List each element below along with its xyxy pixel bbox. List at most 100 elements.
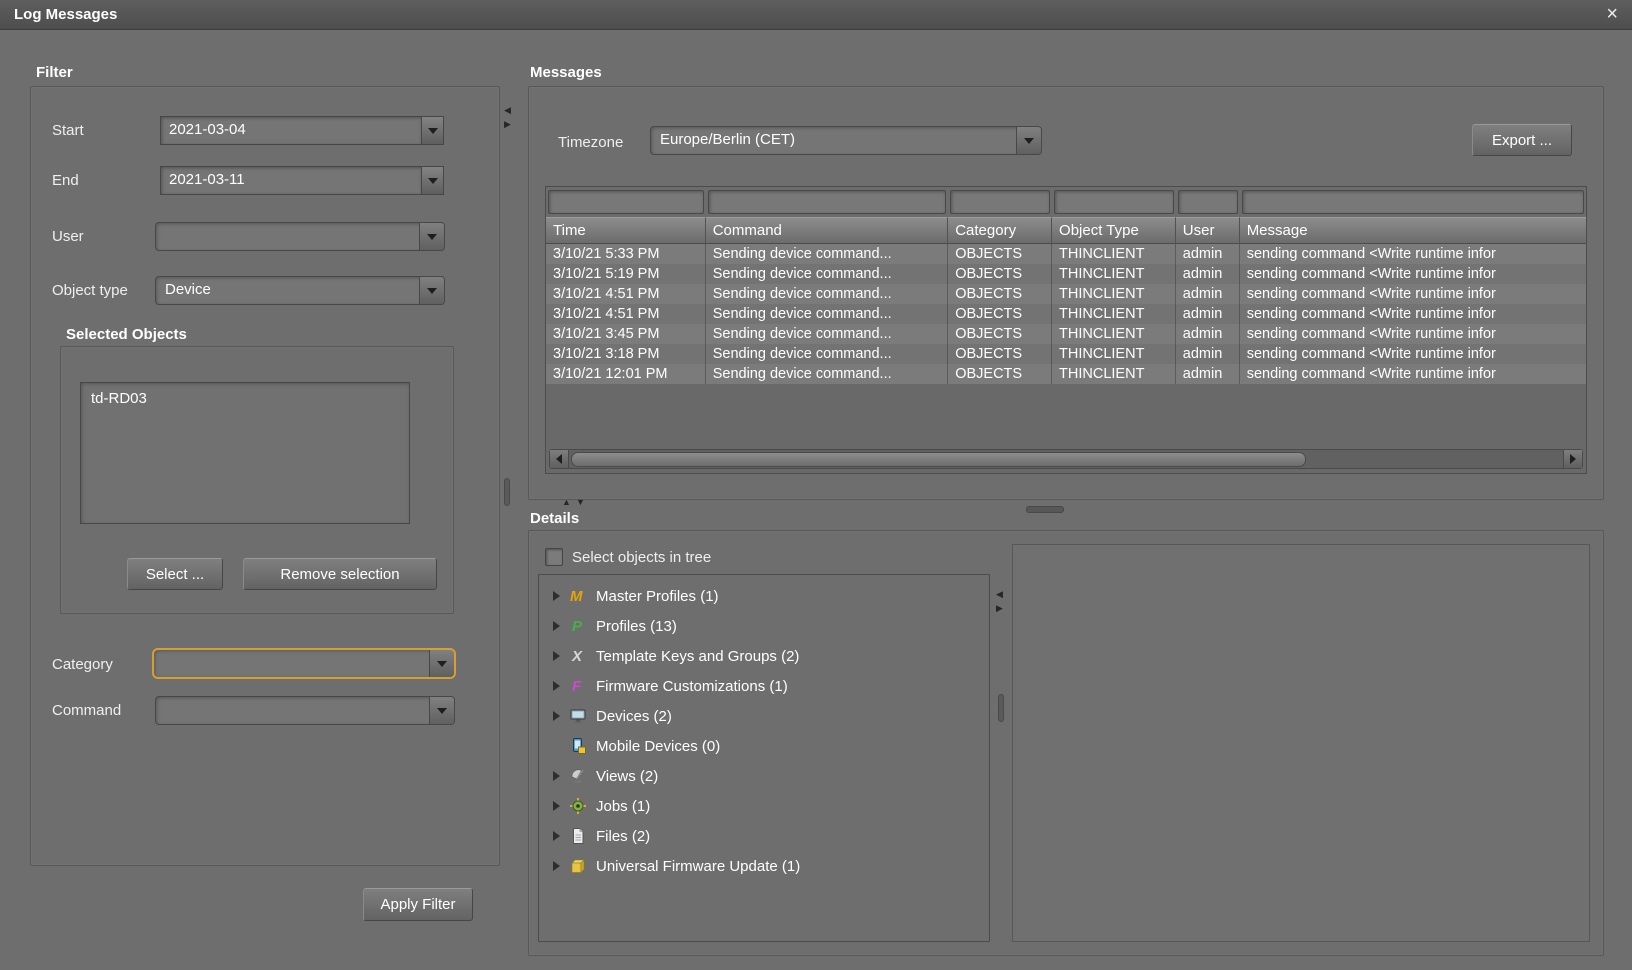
command-combo[interactable] [155, 696, 455, 725]
message-filter-input[interactable] [1242, 190, 1584, 214]
tree-item-files[interactable]: Files (2) [539, 821, 989, 851]
cell-command: Sending device command... [706, 244, 949, 264]
timezone-combo[interactable]: Europe/Berlin (CET) [650, 126, 1042, 155]
cell-category: OBJECTS [948, 304, 1052, 324]
column-header-category[interactable]: Category [948, 217, 1052, 244]
tree-item-firmware-customizations[interactable]: F Firmware Customizations (1) [539, 671, 989, 701]
timezone-combo-dropdown-icon[interactable] [1016, 127, 1041, 154]
window-title: Log Messages [14, 6, 117, 23]
horizontal-scrollbar[interactable] [549, 449, 1583, 469]
object-type-filter-input[interactable] [1054, 190, 1174, 214]
column-header-command[interactable]: Command [706, 217, 949, 244]
select-objects-button[interactable]: Select ... [127, 558, 223, 590]
end-date-dropdown-icon[interactable] [422, 166, 444, 195]
expand-arrow-icon[interactable] [553, 711, 560, 721]
expand-arrow-icon[interactable] [553, 651, 560, 661]
splitter-collapse-up-icon[interactable]: ▲ [562, 498, 571, 507]
table-row[interactable]: 3/10/21 5:19 PM Sending device command..… [546, 264, 1586, 284]
timezone-combo-value[interactable]: Europe/Berlin (CET) [651, 127, 1016, 154]
apply-filter-button[interactable]: Apply Filter [363, 888, 473, 921]
splitter-expand-right-icon[interactable]: ▶ [996, 604, 1003, 613]
object-type-combo[interactable]: Device [155, 276, 445, 305]
expand-arrow-icon[interactable] [553, 621, 560, 631]
tree-item-universal-firmware-update[interactable]: Universal Firmware Update (1) [539, 851, 989, 881]
list-item[interactable]: td-RD03 [81, 383, 409, 414]
end-date-value[interactable]: 2021-03-11 [160, 166, 422, 195]
cell-message: sending command <Write runtime infor [1240, 244, 1586, 264]
tree-item-master-profiles[interactable]: M Master Profiles (1) [539, 581, 989, 611]
splitter-expand-down-icon[interactable]: ▼ [576, 498, 585, 507]
scrollbar-thumb[interactable] [571, 452, 1306, 467]
vertical-splitter-grip[interactable] [504, 478, 510, 506]
tree-item-jobs[interactable]: Jobs (1) [539, 791, 989, 821]
column-header-time[interactable]: Time [546, 217, 706, 244]
cell-object-type: THINCLIENT [1052, 364, 1176, 384]
message-detail-textarea[interactable] [1012, 544, 1590, 942]
export-button[interactable]: Export ... [1472, 124, 1572, 156]
command-combo-value[interactable] [156, 697, 429, 724]
category-filter-input[interactable] [950, 190, 1050, 214]
cell-user: admin [1176, 344, 1240, 364]
tree-item-label: Master Profiles (1) [596, 588, 719, 605]
cell-time: 3/10/21 3:45 PM [546, 324, 706, 344]
expand-arrow-icon[interactable] [553, 681, 560, 691]
category-combo-value[interactable] [154, 650, 429, 677]
table-filter-row [546, 187, 1586, 217]
user-combo[interactable] [155, 222, 445, 251]
close-icon[interactable]: × [1606, 3, 1618, 26]
expand-arrow-icon[interactable] [553, 591, 560, 601]
tree-item-profiles[interactable]: P Profiles (13) [539, 611, 989, 641]
svg-text:M: M [570, 588, 583, 605]
cell-object-type: THINCLIENT [1052, 344, 1176, 364]
scrollbar-track[interactable] [569, 452, 1563, 467]
user-filter-input[interactable] [1178, 190, 1238, 214]
column-header-user[interactable]: User [1176, 217, 1240, 244]
end-date-field[interactable]: 2021-03-11 [160, 166, 444, 195]
user-label: User [52, 228, 84, 245]
scroll-left-icon[interactable] [550, 450, 569, 468]
expand-arrow-icon[interactable] [553, 771, 560, 781]
start-date-field[interactable]: 2021-03-04 [160, 116, 444, 145]
table-row[interactable]: 3/10/21 4:51 PM Sending device command..… [546, 284, 1586, 304]
scroll-right-icon[interactable] [1563, 450, 1582, 468]
tree-item-mobile-devices[interactable]: Mobile Devices (0) [539, 731, 989, 761]
select-objects-in-tree-checkbox[interactable] [545, 548, 563, 566]
messages-panel-title: Messages [530, 64, 602, 81]
cell-user: admin [1176, 324, 1240, 344]
object-type-combo-dropdown-icon[interactable] [419, 277, 444, 304]
object-type-combo-value[interactable]: Device [156, 277, 419, 304]
user-combo-value[interactable] [156, 223, 419, 250]
details-vertical-splitter-grip[interactable] [998, 694, 1004, 722]
column-header-message[interactable]: Message [1240, 217, 1586, 244]
table-row[interactable]: 3/10/21 12:01 PM Sending device command.… [546, 364, 1586, 384]
start-date-dropdown-icon[interactable] [422, 116, 444, 145]
column-header-object-type[interactable]: Object Type [1052, 217, 1176, 244]
horizontal-splitter-grip[interactable] [1026, 506, 1064, 513]
table-row[interactable]: 3/10/21 5:33 PM Sending device command..… [546, 244, 1586, 264]
remove-selection-button[interactable]: Remove selection [243, 558, 437, 590]
splitter-expand-right-icon[interactable]: ▶ [504, 120, 511, 129]
expand-arrow-icon[interactable] [553, 861, 560, 871]
splitter-collapse-left-icon[interactable]: ◀ [504, 106, 511, 115]
splitter-collapse-left-icon[interactable]: ◀ [996, 590, 1003, 599]
cell-user: admin [1176, 364, 1240, 384]
category-combo-dropdown-icon[interactable] [429, 650, 454, 677]
table-row[interactable]: 3/10/21 3:45 PM Sending device command..… [546, 324, 1586, 344]
tree-item-devices[interactable]: Devices (2) [539, 701, 989, 731]
template-keys-icon: X [569, 647, 587, 665]
table-row[interactable]: 3/10/21 4:51 PM Sending device command..… [546, 304, 1586, 324]
tree-item-template-keys[interactable]: X Template Keys and Groups (2) [539, 641, 989, 671]
command-filter-input[interactable] [708, 190, 947, 214]
cell-time: 3/10/21 5:33 PM [546, 244, 706, 264]
time-filter-input[interactable] [548, 190, 704, 214]
user-combo-dropdown-icon[interactable] [419, 223, 444, 250]
expand-arrow-icon[interactable] [553, 801, 560, 811]
start-date-value[interactable]: 2021-03-04 [160, 116, 422, 145]
category-combo[interactable] [152, 648, 456, 679]
table-row[interactable]: 3/10/21 3:18 PM Sending device command..… [546, 344, 1586, 364]
tree-item-views[interactable]: Views (2) [539, 761, 989, 791]
command-combo-dropdown-icon[interactable] [429, 697, 454, 724]
selected-objects-list[interactable]: td-RD03 [80, 382, 410, 524]
cell-command: Sending device command... [706, 284, 949, 304]
expand-arrow-icon[interactable] [553, 831, 560, 841]
